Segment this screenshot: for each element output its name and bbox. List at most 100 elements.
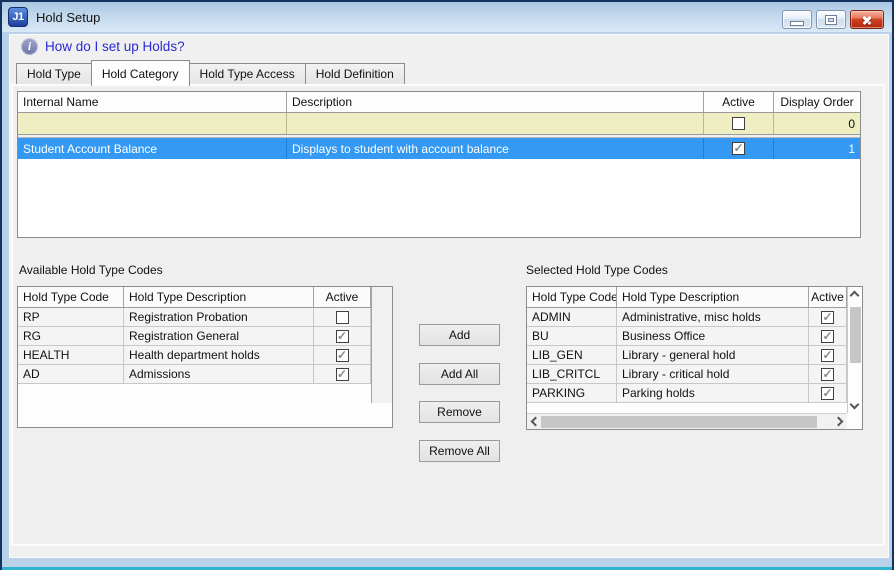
selected-rows: ADMINAdministrative, misc holdsBUBusines…: [527, 308, 862, 403]
active-checkbox[interactable]: [732, 117, 745, 130]
table-row-rp[interactable]: RPRegistration Probation: [18, 308, 392, 327]
scroll-down-icon[interactable]: [850, 400, 860, 410]
window-title: Hold Setup: [36, 10, 100, 25]
active-cell: [314, 365, 371, 383]
column-header-active[interactable]: Active: [704, 92, 774, 112]
internal-name-input-cell[interactable]: [18, 113, 287, 134]
remove-all-button[interactable]: Remove All: [419, 440, 500, 462]
active-cell: [809, 308, 847, 326]
hold-type-description-cell: Registration Probation: [124, 308, 314, 326]
active-checkbox[interactable]: [821, 349, 834, 362]
selected-codes-table: Hold Type Code Hold Type Description Act…: [526, 286, 863, 430]
horizontal-scrollbar[interactable]: [527, 413, 847, 429]
hold-type-code-cell: RG: [18, 327, 124, 345]
active-cell: [704, 138, 774, 159]
tab-hold-type-access[interactable]: Hold Type Access: [189, 63, 306, 84]
table-row-rg[interactable]: RGRegistration General: [18, 327, 392, 346]
column-header-hold-type-code[interactable]: Hold Type Code: [527, 287, 617, 307]
table-row-health[interactable]: HEALTHHealth department holds: [18, 346, 392, 365]
hold-type-code-cell: LIB_CRITCL: [527, 365, 617, 383]
minimize-button[interactable]: [782, 10, 812, 29]
active-cell: [314, 308, 371, 326]
minimize-icon: [791, 22, 803, 25]
add-all-button[interactable]: Add All: [419, 363, 500, 385]
active-checkbox[interactable]: [821, 368, 834, 381]
column-header-hold-type-code[interactable]: Hold Type Code: [18, 287, 124, 307]
description-input-cell[interactable]: [287, 113, 704, 134]
column-header-hold-type-description[interactable]: Hold Type Description: [617, 287, 809, 307]
active-checkbox[interactable]: [336, 311, 349, 324]
tab-hold-category[interactable]: Hold Category: [91, 60, 190, 86]
active-cell: [809, 365, 847, 383]
active-checkbox[interactable]: [821, 330, 834, 343]
scroll-right-icon[interactable]: [834, 417, 844, 427]
active-checkbox[interactable]: [336, 368, 349, 381]
hold-type-code-cell: LIB_GEN: [527, 346, 617, 364]
tab-strip: Hold Type Hold Category Hold Type Access…: [16, 59, 404, 84]
column-header-active[interactable]: Active: [809, 287, 847, 307]
active-cell: [809, 327, 847, 345]
tab-hold-definition[interactable]: Hold Definition: [305, 63, 405, 84]
scroll-left-icon[interactable]: [531, 417, 541, 427]
active-checkbox[interactable]: [732, 142, 745, 155]
titlebar: J1 Hold Setup: [2, 2, 892, 32]
column-header-display-order[interactable]: Display Order: [774, 92, 860, 112]
internal-name-cell: Student Account Balance: [18, 138, 287, 159]
hold-type-code-cell: BU: [527, 327, 617, 345]
hold-type-description-cell: Admissions: [124, 365, 314, 383]
column-header-description[interactable]: Description: [287, 92, 704, 112]
hold-category-grid: Internal Name Description Active Display…: [17, 91, 861, 238]
selected-category-row[interactable]: Student Account Balance Displays to stud…: [18, 138, 860, 159]
hold-type-description-cell: Parking holds: [617, 384, 809, 402]
grid-header-row: Internal Name Description Active Display…: [18, 92, 860, 113]
table-row-lib_gen[interactable]: LIB_GENLibrary - general hold: [527, 346, 862, 365]
horizontal-scrollbar-thumb[interactable]: [541, 416, 817, 428]
column-header-active[interactable]: Active: [314, 287, 371, 307]
grid-empty-area: [18, 159, 860, 237]
scroll-up-icon[interactable]: [850, 291, 860, 301]
available-rows: RPRegistration ProbationRGRegistration G…: [18, 308, 392, 384]
column-header-hold-type-description[interactable]: Hold Type Description: [124, 287, 314, 307]
new-row[interactable]: 0: [18, 113, 860, 135]
hold-type-description-cell: Business Office: [617, 327, 809, 345]
hold-setup-window: J1 Hold Setup i How do I set up Holds? H…: [0, 0, 894, 570]
active-checkbox[interactable]: [336, 330, 349, 343]
maximize-button[interactable]: [816, 10, 846, 29]
maximize-icon: [826, 16, 836, 24]
active-checkbox[interactable]: [821, 387, 834, 400]
app-icon: J1: [8, 7, 28, 27]
help-row: i How do I set up Holds?: [21, 38, 185, 55]
display-order-cell: 1: [774, 138, 860, 159]
remove-button[interactable]: Remove: [419, 401, 500, 423]
hold-type-code-cell: AD: [18, 365, 124, 383]
display-order-cell[interactable]: 0: [774, 113, 860, 134]
dialog-client-area: i How do I set up Holds? Hold Type Hold …: [9, 34, 889, 558]
hold-type-description-cell: Registration General: [124, 327, 314, 345]
hold-type-code-cell: ADMIN: [527, 308, 617, 326]
description-cell: Displays to student with account balance: [287, 138, 704, 159]
column-header-internal-name[interactable]: Internal Name: [18, 92, 287, 112]
table-header-row: Hold Type Code Hold Type Description Act…: [527, 287, 862, 308]
hold-type-description-cell: Library - general hold: [617, 346, 809, 364]
vertical-scrollbar[interactable]: [847, 287, 862, 413]
add-button[interactable]: Add: [419, 324, 500, 346]
help-link[interactable]: How do I set up Holds?: [45, 39, 185, 54]
hold-type-code-cell: HEALTH: [18, 346, 124, 364]
active-cell: [809, 384, 847, 402]
available-codes-table: Hold Type Code Hold Type Description Act…: [17, 286, 393, 428]
info-icon: i: [21, 38, 38, 55]
table-row-lib_critcl[interactable]: LIB_CRITCLLibrary - critical hold: [527, 365, 862, 384]
table-row-parking[interactable]: PARKINGParking holds: [527, 384, 862, 403]
table-filler-area: [371, 287, 392, 403]
vertical-scrollbar-thumb[interactable]: [850, 307, 861, 363]
active-checkbox[interactable]: [821, 311, 834, 324]
table-row-admin[interactable]: ADMINAdministrative, misc holds: [527, 308, 862, 327]
table-row-ad[interactable]: ADAdmissions: [18, 365, 392, 384]
hold-type-description-cell: Health department holds: [124, 346, 314, 364]
active-checkbox[interactable]: [336, 349, 349, 362]
tab-hold-type[interactable]: Hold Type: [16, 63, 92, 84]
table-row-bu[interactable]: BUBusiness Office: [527, 327, 862, 346]
hold-type-description-cell: Administrative, misc holds: [617, 308, 809, 326]
hold-type-code-cell: RP: [18, 308, 124, 326]
close-button[interactable]: [850, 10, 884, 29]
